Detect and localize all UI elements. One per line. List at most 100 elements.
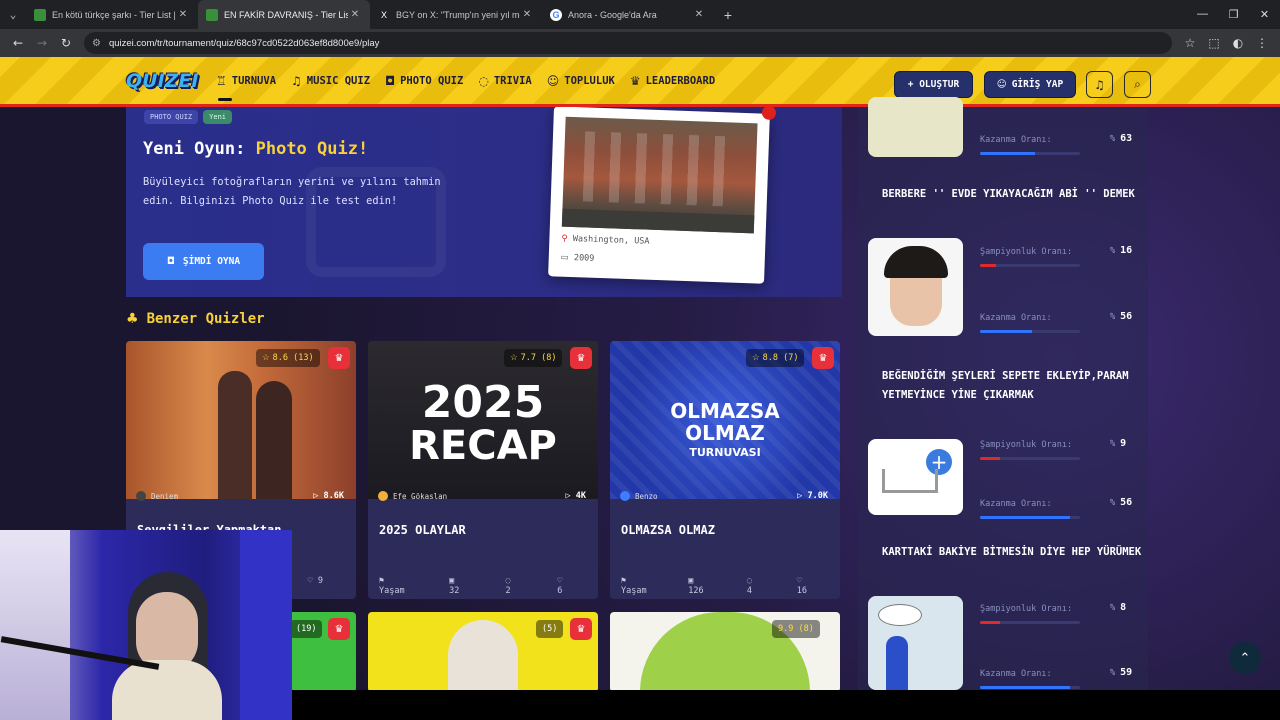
pin-icon (761, 107, 777, 121)
championship-rate-bar (980, 264, 1080, 267)
nav-item-trivia[interactable]: ◌ TRIVIA (478, 57, 531, 106)
nav-item-turnuva[interactable]: ♖ TURNUVA (216, 57, 276, 106)
url-field[interactable]: ⚙ quizei.com/tr/tournament/quiz/68c97cd0… (84, 32, 1172, 54)
quiz-thumbnail (368, 612, 598, 690)
tier-list-panel: Kazanma Oranı: % 63 BERBERE '' EVDE YIKAY… (858, 97, 1148, 690)
quiz-card[interactable]: OLMAZSA OLMAZ TURNUVASI ☆ 8.8 (7) ♛ Benzo… (610, 341, 840, 599)
create-button[interactable]: + OLUŞTUR (894, 71, 973, 98)
thumb-title-line3: TURNUVASI (689, 446, 761, 459)
main-nav: ♖ TURNUVA ♫ MUSIC QUIZ ◘ PHOTO QUIZ ◌ TR… (216, 57, 730, 106)
bookmark-star-icon[interactable]: ☆ (1178, 31, 1202, 55)
item-image[interactable] (868, 238, 963, 336)
minimize-icon[interactable]: — (1187, 8, 1218, 21)
card-title[interactable]: 2025 OLAYLAR (379, 523, 466, 537)
thumb-title-line2: RECAP (409, 423, 557, 469)
photo-quiz-badge: PHOTO QUIZ (144, 110, 199, 124)
thumb-title-line2: OLMAZ (685, 421, 765, 445)
photo-quiz-hero: PHOTO QUIZ Yeni Yeni Oyun: Photo Quiz! B… (126, 107, 842, 297)
chat-icon: ◌ (478, 73, 489, 88)
nav-item-topluluk[interactable]: ☺ TOPLULUK (547, 57, 615, 106)
login-button[interactable]: ☺ GİRİŞ YAP (984, 71, 1076, 98)
puzzle-icon: ♣ (126, 311, 139, 327)
tab-close-icon[interactable]: ✕ (692, 9, 706, 20)
restore-icon[interactable]: ❐ (1218, 8, 1249, 21)
camera-icon: ◘ (385, 73, 396, 88)
win-rate-bar (980, 686, 1080, 689)
crown-icon[interactable]: ♛ (570, 618, 592, 640)
login-label: GİRİŞ YAP (1011, 79, 1064, 90)
tab-close-icon[interactable]: ✕ (520, 9, 534, 20)
browser-tab[interactable]: G Anora - Google'da Ara ✕ (542, 0, 714, 29)
rating-badge: (5) (536, 620, 564, 638)
browser-tab-active[interactable]: EN FAKİR DAVRANIŞ - Tier List ✕ (198, 0, 370, 29)
card-meta: ⚑ Yaşam ▣ 32 ◌ 2 ♡ 6 (379, 576, 589, 596)
quiz-card[interactable]: 9.9 (8) (610, 612, 840, 690)
star-icon: ☆ (510, 353, 518, 363)
comment-count: ◌ 4 (746, 576, 752, 596)
reload-icon[interactable]: ↻ (54, 31, 78, 55)
play-now-button[interactable]: ◘ ŞİMDİ OYNA (143, 243, 264, 280)
crown-icon[interactable]: ♛ (570, 347, 592, 369)
forward-icon[interactable]: → (30, 31, 54, 55)
music-icon: ♫ (291, 73, 302, 88)
browser-tab[interactable]: X BGY on X: "Trump'ın yeni yıl me ✕ (370, 0, 542, 29)
win-rate-value: % 63 (1110, 133, 1133, 144)
notifications-bell-icon[interactable]: ♫ (1086, 71, 1113, 98)
nav-label: TURNUVA (231, 74, 277, 87)
nav-item-music-quiz[interactable]: ♫ MUSIC QUIZ (291, 57, 370, 106)
item-image[interactable]: + (868, 439, 963, 515)
comment-count: ◌ 2 (505, 576, 511, 596)
nav-label: PHOTO QUIZ (400, 74, 464, 87)
star-icon: ☆ (752, 353, 760, 363)
tab-label: Anora - Google'da Ara (568, 9, 657, 20)
extensions-icon[interactable]: ⬚ (1202, 31, 1226, 55)
crown-icon[interactable]: ♛ (328, 347, 350, 369)
quizei-logo[interactable]: QUIZEI (126, 67, 198, 95)
nav-item-leaderboard[interactable]: ♛ LEADERBOARD (630, 57, 715, 106)
avatar (620, 491, 630, 501)
card-author: Efe Gökaslan (378, 491, 447, 501)
card-title[interactable]: OLMAZSA OLMAZ (621, 523, 715, 537)
profile-avatar-icon[interactable]: ◐ (1226, 31, 1250, 55)
back-icon[interactable]: ← (6, 31, 30, 55)
site-info-icon[interactable]: ⚙ (92, 38, 101, 49)
close-window-icon[interactable]: ✕ (1249, 8, 1280, 21)
tab-search-icon[interactable]: ⌄ (0, 0, 26, 29)
browser-menu-icon[interactable]: ⋮ (1250, 31, 1274, 55)
thumb-title-line1: 2025 (421, 377, 545, 428)
quiz-thumbnail: OLMAZSA OLMAZ TURNUVASI (610, 341, 840, 499)
nav-item-photo-quiz[interactable]: ◘ PHOTO QUIZ (385, 57, 463, 106)
scroll-to-top-icon[interactable]: ⌃ (1229, 642, 1261, 674)
browser-tab[interactable]: En kötü türkçe şarkı - Tier List | ✕ (26, 0, 198, 29)
play-icon: ▷ (313, 491, 324, 501)
item-title: BERBERE '' EVDE YIKAYACAĞIM ABİ '' DEMEK (882, 188, 1135, 200)
card-meta: ⚑ Yaşam ▣ 126 ◌ 4 ♡ 16 (621, 576, 831, 596)
rating-badge: 9.9 (8) (772, 620, 820, 638)
hero-title-prefix: Yeni Oyun: (143, 139, 246, 159)
quiz-card[interactable]: 2025 RECAP ☆ 7.7 (8) ♛ Efe Gökaslan ▷ 4K … (368, 341, 598, 599)
nav-label: LEADERBOARD (645, 74, 716, 87)
item-image[interactable] (868, 97, 963, 157)
star-icon: ☆ (262, 353, 270, 363)
tab-close-icon[interactable]: ✕ (176, 9, 190, 20)
question-count: ▣ 32 (449, 576, 460, 596)
crown-icon[interactable]: ♛ (812, 347, 834, 369)
url-text: quizei.com/tr/tournament/quiz/68c97cd052… (108, 37, 380, 49)
nav-label: MUSIC QUIZ (306, 74, 371, 87)
crown-icon[interactable]: ♛ (328, 618, 350, 640)
new-tab-icon[interactable]: + (714, 7, 742, 23)
win-rate-label: Kazanma Oranı: (980, 499, 1052, 509)
championship-rate-value: % 8 (1110, 602, 1127, 613)
championship-rate-value: % 9 (1110, 438, 1127, 449)
play-count: ▷ 4K (565, 491, 587, 501)
like-count: ♡ 16 (796, 576, 807, 596)
quiz-card[interactable]: (5) ♛ (368, 612, 598, 690)
rating-badge: ☆ 7.7 (8) (504, 349, 563, 367)
win-rate-bar (980, 152, 1080, 155)
search-icon[interactable]: ⌕ (1124, 71, 1151, 98)
browser-address-bar: ← → ↻ ⚙ quizei.com/tr/tournament/quiz/68… (0, 29, 1280, 57)
play-count: ▷ 7.0K (797, 491, 828, 501)
tab-close-icon[interactable]: ✕ (348, 9, 362, 20)
item-image[interactable] (868, 596, 963, 690)
championship-rate-bar (980, 457, 1080, 460)
